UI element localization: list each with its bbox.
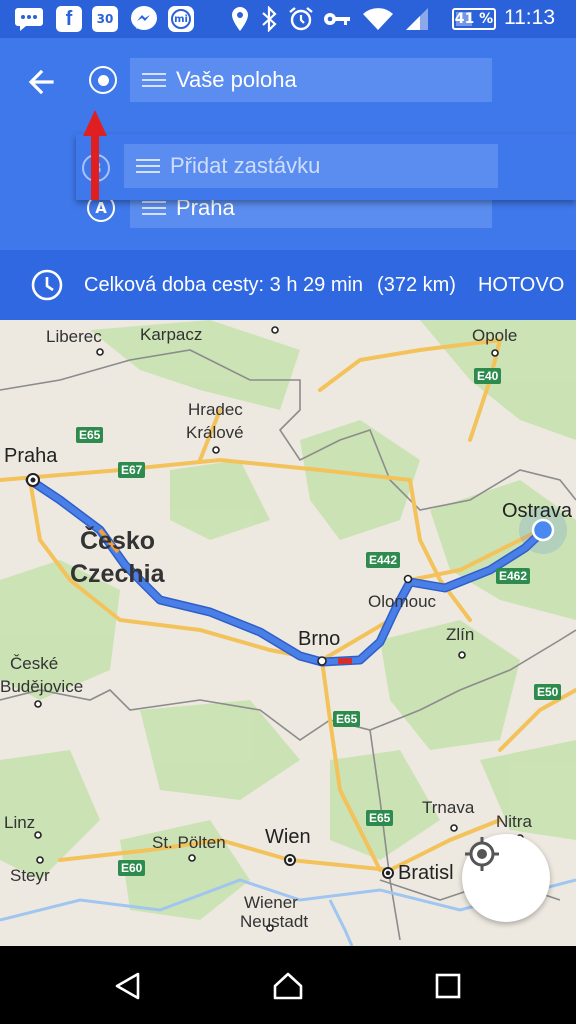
alarm-icon <box>288 5 314 33</box>
route-summary-bar: Celková doba cesty: 3 h 29 min (372 km) … <box>0 250 576 320</box>
city-label: St. Pölten <box>152 833 226 852</box>
road-shield: E65 <box>333 711 361 727</box>
add-stop-row[interactable]: B Přidat zastávku <box>76 134 576 200</box>
system-nav-bar <box>0 946 576 1024</box>
city-label-ostrava: Ostrava <box>502 500 573 522</box>
add-stop-placeholder: Přidat zastávku <box>170 153 321 178</box>
country-label-cz: Česko <box>80 527 156 555</box>
city-label: Neustadt <box>240 912 309 931</box>
map-view[interactable]: Liberec Karpacz Opole Hradec Králové Pra… <box>0 320 576 946</box>
city-label: Liberec <box>46 327 102 346</box>
back-triangle-icon <box>115 972 140 1000</box>
city-label-wien: Wien <box>265 826 311 848</box>
road-shield: E67 <box>118 462 146 478</box>
city-label: Steyr <box>10 866 50 885</box>
city-label: Wiener <box>244 893 298 912</box>
add-stop-input[interactable]: Přidat zastávku <box>124 144 498 188</box>
location-pin-icon <box>230 5 250 33</box>
mi-label: mi <box>171 9 191 29</box>
drag-handle-icon[interactable] <box>142 73 166 87</box>
bluetooth-icon <box>260 5 278 33</box>
country-label-en: Czechia <box>70 560 165 588</box>
calendar-day: 30 <box>92 6 118 32</box>
back-button[interactable] <box>22 64 62 100</box>
city-label: České <box>10 654 59 673</box>
signal-icon <box>404 5 430 33</box>
my-location-button[interactable] <box>462 834 550 922</box>
clock-icon <box>31 269 63 301</box>
status-time: 11:13 <box>504 6 555 29</box>
mi-icon: mi <box>168 5 194 33</box>
city-label: Nitra <box>496 812 532 831</box>
city-label: Karpacz <box>140 325 203 344</box>
drag-handle-icon[interactable] <box>136 159 160 173</box>
recents-icon <box>435 973 461 999</box>
origin-text: Vaše poloha <box>176 67 297 92</box>
city-label: Zlín <box>446 625 475 644</box>
done-button[interactable]: HOTOVO <box>478 274 564 297</box>
nav-home-button[interactable] <box>268 966 308 1006</box>
battery-indicator: 41 % <box>452 8 496 30</box>
arrow-back-icon <box>28 69 54 95</box>
origin-marker-icon <box>89 66 117 94</box>
city-label: Budějovice <box>0 677 84 696</box>
crosshair-icon <box>465 837 499 871</box>
road-shield: E50 <box>534 684 562 700</box>
route-duration: Celková doba cesty: 3 h 29 min <box>84 273 364 296</box>
city-label: Linz <box>4 813 36 832</box>
origin-input[interactable]: Vaše poloha <box>130 58 492 102</box>
city-label: Trnava <box>422 798 475 817</box>
road-shield: E60 <box>118 860 146 876</box>
route-distance: (372 km) <box>377 273 456 296</box>
city-label-praha: Praha <box>4 445 58 467</box>
road-shield: E40 <box>474 368 502 384</box>
city-label: Hradec <box>188 400 243 419</box>
city-label-brno: Brno <box>298 628 341 650</box>
road-shield: E462 <box>496 568 531 584</box>
city-label-bratislava: Bratisl <box>398 862 454 884</box>
city-label: Olomouc <box>368 592 437 611</box>
nav-back-button[interactable] <box>108 966 148 1006</box>
road-shield: E65 <box>366 810 394 826</box>
road-shield: E65 <box>76 427 104 443</box>
drag-handle-icon[interactable] <box>142 201 166 215</box>
wifi-icon <box>362 5 394 33</box>
key-icon <box>322 5 352 33</box>
city-label: Králové <box>186 423 244 442</box>
red-arrow-annotation-icon <box>83 110 107 200</box>
messenger-icon <box>130 5 158 33</box>
road-shield: E442 <box>366 552 401 568</box>
calendar-icon: 30 <box>92 5 118 33</box>
chat-bubble-icon <box>14 5 44 33</box>
status-bar: f 30 mi 41 % 11:13 <box>0 0 576 38</box>
battery-percent: 41 % <box>454 11 494 27</box>
nav-recents-button[interactable] <box>428 966 468 1006</box>
city-label: Opole <box>472 326 518 345</box>
home-icon <box>273 972 303 1000</box>
facebook-icon: f <box>56 5 82 33</box>
directions-panel: Vaše poloha A Praha B Přidat zastávku <box>0 38 576 250</box>
